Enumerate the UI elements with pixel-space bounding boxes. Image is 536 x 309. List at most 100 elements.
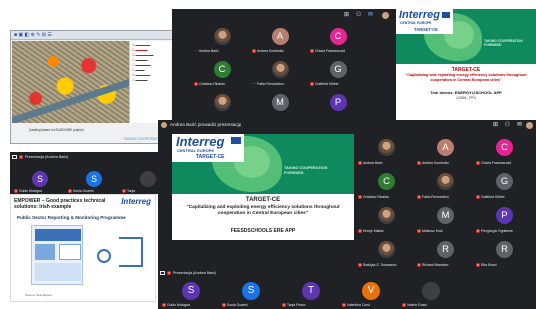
participant-name: ✕ Tanja bbox=[122, 189, 135, 193]
participant-name: ✕ Sonia Guarini bbox=[222, 303, 248, 307]
people-icon[interactable]: ⚇ bbox=[505, 121, 510, 128]
empower-logo: Interreg bbox=[121, 197, 151, 206]
participant-name: ✕ Radojka S. Tomasevic bbox=[358, 263, 396, 267]
grid-icon[interactable]: ⊞ bbox=[344, 11, 349, 18]
participant-tile[interactable]: C ✕ Chiara Francescolol bbox=[476, 133, 533, 166]
participant-tile[interactable]: V ✕ Valentina Corsi bbox=[342, 278, 400, 308]
participant-tile[interactable]: C ✕ Cristiano Rinaldo bbox=[194, 55, 250, 87]
mic-off-icon: ✕ bbox=[358, 263, 362, 267]
participant-tile[interactable]: A ✕ Andrea Dombolsc bbox=[417, 133, 474, 166]
slide-demo: Tool demos: ENERGY@SCHOOL APP bbox=[430, 90, 502, 95]
participant-tile[interactable]: ⋯ Fabio Remondino bbox=[252, 55, 308, 87]
participant-name-text: Gottfried Kibbel bbox=[481, 195, 505, 199]
participant-name-text: Cristiano Rinaldo bbox=[363, 195, 389, 199]
participant-tile[interactable]: ✕ Hrvoje Maliać bbox=[358, 201, 415, 234]
participant-tile[interactable]: M bbox=[252, 88, 308, 120]
participant-avatar bbox=[140, 171, 156, 187]
people-icon[interactable]: ⚇ bbox=[356, 11, 361, 18]
grid-icon[interactable]: ⊞ bbox=[493, 121, 498, 128]
mic-off-icon: ✕ bbox=[167, 271, 171, 275]
present-icon bbox=[12, 155, 17, 159]
participant-avatar: P bbox=[329, 93, 347, 111]
participant-photo bbox=[271, 60, 289, 78]
participant-tile[interactable]: S ✕ Guido Mologna bbox=[14, 168, 66, 194]
left-presenting-text: Prezentacja (Andrea Barić) bbox=[25, 155, 69, 159]
mic-off-icon: ✕ bbox=[402, 303, 406, 307]
participant-tile[interactable]: ⋯ Andrea Barić bbox=[194, 22, 250, 54]
mic-off-icon: ✕ bbox=[476, 195, 480, 199]
participant-tile[interactable]: S ✕ Sonia Guarini bbox=[222, 278, 280, 308]
main-meet-window: Andrea Barić prowadzi prezentację ⊞ ⚇ ✉ … bbox=[158, 120, 536, 309]
mic-off-icon: ✕ bbox=[68, 189, 72, 193]
participant-name: ✕ Valerio Rossi bbox=[402, 303, 427, 307]
participant-tile[interactable] bbox=[194, 88, 250, 120]
mic-off-icon: ✕ bbox=[358, 195, 362, 199]
user-avatar[interactable] bbox=[526, 122, 533, 129]
participant-name: ✕ Chiara Francescolol bbox=[476, 161, 511, 165]
participant-avatar: C bbox=[496, 139, 513, 156]
participant-avatar: G bbox=[329, 60, 347, 78]
gis-layer-panel: ☑ ▬▬▬▬▬ ☑ ▬▬▬▬ ☑ ▬▬▬▬▬▬ ☐ ▬▬▬▬ ☐ ▬▬▬▬▬ ☐… bbox=[129, 41, 171, 123]
participant-name: ⋯ Andrea Barić bbox=[194, 48, 219, 53]
participant-tile[interactable]: M ✕ Mateusz Kruk bbox=[417, 201, 474, 234]
participant-name-text: Hrvoje Maliać bbox=[363, 229, 384, 233]
mic-off-icon: ✕ bbox=[417, 161, 421, 165]
participant-name: ✕ Andrea Dombolsc bbox=[417, 161, 449, 165]
mic-off-icon: ✕ bbox=[417, 229, 421, 233]
participant-name: ✕ Gottfried Kibbel bbox=[476, 195, 504, 199]
participant-tile[interactable]: ✕ Valerio Rossi bbox=[402, 278, 460, 308]
participant-tile[interactable]: R ✕ Richard Brandner bbox=[417, 235, 474, 268]
left-presenting-bar[interactable]: ✕ Prezentacja (Andrea Barić) bbox=[12, 154, 68, 160]
participant-tile[interactable]: ✕ Andrea Barić bbox=[358, 133, 415, 166]
participant-name-text: Rita Rossi bbox=[481, 263, 497, 267]
participant-avatar: A bbox=[271, 27, 289, 45]
main-slide-subtitle: "Capitalizing and exploiting energy effi… bbox=[186, 205, 340, 216]
participant-tile[interactable]: R ✕ Rita Rossi bbox=[476, 235, 533, 268]
mic-off-icon: ✕ bbox=[310, 82, 314, 86]
participant-tile[interactable]: P bbox=[310, 88, 366, 120]
toolbar-icons: ■ ▣ ◧ ⊕ ✎ ⊞ ☰ bbox=[14, 32, 52, 38]
mic-off-icon: ✕ bbox=[14, 189, 18, 193]
participant-name: ⋯ Fabio Remondino bbox=[252, 81, 284, 86]
gis-map-panel: ■ ▣ ◧ ⊕ ✎ ⊞ ☰ ☑ ▬▬▬▬▬ ☑ ▬▬▬▬ ☑ ▬▬▬▬▬▬ ☐ … bbox=[10, 30, 173, 144]
participant-tile[interactable]: S ✕ Sonia Guarini bbox=[68, 168, 120, 194]
participant-avatar: S bbox=[182, 282, 200, 300]
chat-icon[interactable]: ✉ bbox=[517, 121, 522, 128]
participant-name: ✕ Andrea Dombolsc bbox=[252, 49, 284, 53]
participant-tile[interactable]: ✕ Fabio Remondino bbox=[417, 167, 474, 200]
participant-tile[interactable]: T ✕ Tanja Frlanc bbox=[282, 278, 340, 308]
participant-tile[interactable]: ✕ Radojka S. Tomasevic bbox=[358, 235, 415, 268]
participant-name-text: Cristiano Rinaldo bbox=[199, 82, 225, 86]
participant-tile[interactable]: A ✕ Andrea Dombolsc bbox=[252, 22, 308, 54]
participant-tile[interactable]: G ✕ Gottfried Kibbel bbox=[310, 55, 366, 87]
top-grid-toolbar: ⊞ ⚇ ✉ bbox=[344, 11, 394, 21]
participant-avatar: C bbox=[378, 173, 395, 190]
participant-tile[interactable]: C ✕ Cristiano Rinaldo bbox=[358, 167, 415, 200]
mic-off-icon: ✕ bbox=[417, 195, 421, 199]
participant-name-text: Guido Mologna bbox=[167, 303, 190, 307]
mic-off-icon: ✕ bbox=[222, 303, 226, 307]
user-avatar[interactable] bbox=[382, 12, 389, 19]
participant-tile[interactable]: C ✕ Chiara Francescolol bbox=[310, 22, 366, 54]
participant-name: ✕ Cristiano Rinaldo bbox=[194, 82, 225, 86]
participant-photo bbox=[213, 27, 231, 45]
participant-tile[interactable]: G ✕ Gottfried Kibbel bbox=[476, 167, 533, 200]
mic-off-icon: ✕ bbox=[162, 303, 166, 307]
participant-tile[interactable]: P ✕ Piergiorgio Ognibene bbox=[476, 201, 533, 234]
participant-name-text: Sonia Guarini bbox=[73, 189, 94, 193]
main-header-text: Andrea Barić prowadzi prezentację bbox=[170, 122, 242, 127]
river bbox=[12, 72, 130, 123]
chat-icon[interactable]: ✉ bbox=[368, 11, 373, 18]
participant-name: ✕ Andrea Barić bbox=[358, 161, 383, 165]
empower-infographic bbox=[31, 225, 83, 285]
participant-photo bbox=[437, 173, 454, 190]
participant-name-text: Sonia Guarini bbox=[227, 303, 248, 307]
logo-sub: CENTRAL EUROPE bbox=[400, 21, 432, 25]
participant-name-text: Mateusz Kruk bbox=[422, 229, 443, 233]
main-slide-footer: FEESDSCHOOLS ERE APP bbox=[230, 228, 296, 234]
mic-off-icon: ✕ bbox=[194, 82, 198, 86]
main-presenting-bar[interactable]: ✕ Prezentacja (Andrea Barić) bbox=[160, 270, 216, 276]
empower-diagram bbox=[93, 231, 149, 275]
participant-tile[interactable]: S ✕ Guido Mologna bbox=[162, 278, 220, 308]
participant-photo bbox=[378, 139, 395, 156]
